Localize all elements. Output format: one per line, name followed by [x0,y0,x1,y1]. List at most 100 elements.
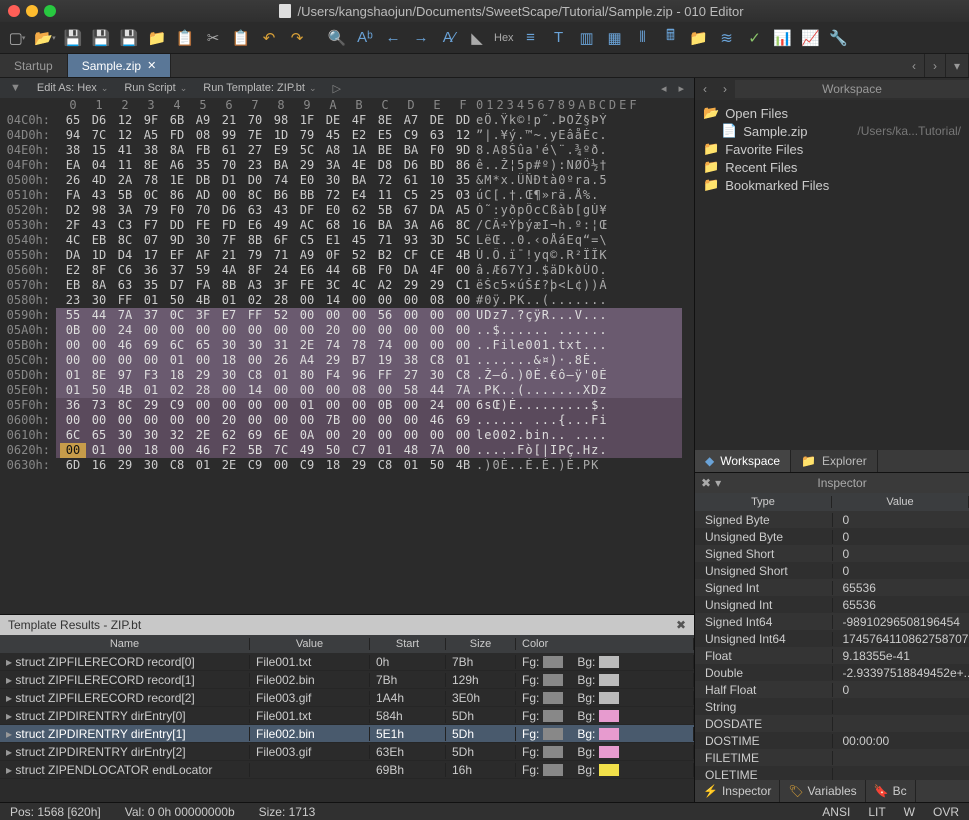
hex-row[interactable]: 05F0h:36738C29C9000000000100000B0024006s… [0,398,694,413]
inspector-row[interactable]: Unsigned Int6417457641108627587072 [695,630,969,647]
hex-ascii[interactable]: #0ÿ.PK..(....... [476,293,682,308]
hex-bytes[interactable]: 01504B0102280014000000080058447A [56,383,476,398]
hex-row[interactable]: 04D0h:947C12A5FD08997E1D7945E2E5C96312”|… [0,128,694,143]
run-template-button[interactable]: ▷ [333,82,341,95]
open-file-button[interactable]: 📂 [34,27,56,49]
inspector-row[interactable]: DOSTIME00:00:00 [695,732,969,749]
find-button[interactable]: 🔍 [326,27,348,49]
hex-row[interactable]: 0520h:D2983A79F070D66343DFE0625B67DAA5Ò˜… [0,203,694,218]
hex-bytes[interactable]: D2983A79F070D66343DFE0625B67DAA5 [56,203,476,218]
tab-bookmarks[interactable]: 🔖 Bc [866,780,916,802]
hex-bytes[interactable]: 0B002400000000000000200000000000 [56,323,476,338]
hex-row[interactable]: 05D0h:018E97F3182930C80180F496FF2730C8.Ž… [0,368,694,383]
hex-bytes[interactable]: 6D162930C8012EC900C91829C801504B [56,458,476,473]
columns-button[interactable]: ▥ [576,27,598,49]
next-button[interactable]: → [410,27,432,49]
minimize-window-button[interactable] [26,5,38,17]
status-val[interactable]: Val: 0 0h 00000000b [125,805,235,819]
recent-files-node[interactable]: 📁 Recent Files [703,158,961,176]
hex-ascii[interactable]: ..File001.txt... [476,338,682,353]
ws-next-button[interactable]: › [715,82,735,96]
status-charset[interactable]: ANSI [822,805,850,819]
copy-button[interactable]: 📋 [174,27,196,49]
highlight-button[interactable]: A⁄ [438,27,460,49]
inspector-row[interactable]: Half Float0 [695,681,969,698]
hex-ascii[interactable]: eÖ.Ÿk©!p˜.ÞOŽ§ÞÝ [476,113,682,128]
hex-row[interactable]: 0540h:4CEB8C079D307F8B6FC5E14571933D5CLë… [0,233,694,248]
inspector-row[interactable]: FILETIME [695,749,969,766]
workspace-tree[interactable]: 📂 Open Files 📄 Sample.zip /Users/ka...Tu… [695,100,969,450]
template-row[interactable]: struct ZIPDIRENTRY dirEntry[0]File001.tx… [0,707,694,725]
favorite-files-node[interactable]: 📁 Favorite Files [703,140,961,158]
hex-ascii[interactable]: 6sŒ)É.........$. [476,398,682,413]
status-endian[interactable]: LIT [868,805,885,819]
save-as-button[interactable]: 💾 [90,27,112,49]
grid-button[interactable]: ▦ [604,27,626,49]
calculator-button[interactable]: 🖩 [660,27,682,49]
hex-row[interactable]: 0590h:55447A370C3FE7FF5200000056000000UD… [0,308,694,323]
bookmarked-files-node[interactable]: 📁 Bookmarked Files [703,176,961,194]
inspector-row[interactable]: Unsigned Short0 [695,562,969,579]
hex-row[interactable]: 0600h:000000000000200000007B0000004669..… [0,413,694,428]
close-window-button[interactable] [8,5,20,17]
hex-bytes[interactable]: 2330FF01504B01022800140000000800 [56,293,476,308]
hex-ascii[interactable]: ê..Ž¦5p#º):NØÖ½† [476,158,682,173]
inspector-row[interactable]: Unsigned Byte0 [695,528,969,545]
redo-button[interactable]: ↷ [286,27,308,49]
run-template-dropdown[interactable]: Run Template: ZIP.bt [203,82,316,94]
close-tab-icon[interactable]: ✕ [147,59,156,72]
status-write[interactable]: W [904,805,915,819]
template-row[interactable]: struct ZIPENDLOCATOR endLocator69Bh16hFg… [0,761,694,779]
tab-inspector[interactable]: ⚡ Inspector [695,780,780,802]
align-left-button[interactable]: ≡ [520,27,542,49]
template-row[interactable]: struct ZIPFILERECORD record[0]File001.tx… [0,653,694,671]
hex-editor[interactable]: 0123456789ABCDEF 0123456789ABCDEF 04C0h:… [0,98,694,614]
hex-bytes[interactable]: EB8A6335D7FA8BA33FFE3C4CA22929C1 [56,278,476,293]
hex-bytes[interactable]: 000100180046F25B7C4950C701487A00 [56,443,476,458]
hex-row[interactable]: 05E0h:01504B0102280014000000080058447A.P… [0,383,694,398]
inspector-row[interactable]: String [695,698,969,715]
hex-row[interactable]: 0620h:000100180046F25B7C4950C701487A00..… [0,443,694,458]
hex-bytes[interactable]: 36738C29C9000000000100000B002400 [56,398,476,413]
hex-bytes[interactable]: 6C653030322E62696E0A002000000000 [56,428,476,443]
hex-ascii[interactable]: ëŠc5×úŠ£?þ<L¢))Á [476,278,682,293]
hex-ascii[interactable]: úC[.†­.Œ¶»rä.Å%. [476,188,682,203]
hex-row[interactable]: 04E0h:381541388AFB6127E95CA81ABEBAF09D8.… [0,143,694,158]
hex-row[interactable]: 04F0h:EA04118EA6357023BA293A4ED8D6BD86ê.… [0,158,694,173]
hex-bytes[interactable]: 55447A370C3FE7FF5200000056000000 [56,308,476,323]
hex-ascii[interactable]: 8.A8Šûa'é\¨.¾ºð. [476,143,682,158]
hex-bytes[interactable]: 381541388AFB6127E95CA81ABEBAF09D [56,143,476,158]
hex-row[interactable]: 05C0h:000000000100180026A429B71938C801..… [0,353,694,368]
hex-ascii[interactable]: le002.bin.. .... [476,428,682,443]
hex-ascii[interactable]: UDz7.?çÿR...V... [476,308,682,323]
new-file-button[interactable]: ▢ [6,27,28,49]
compare-button[interactable]: ≋ [716,27,738,49]
close-inspector-icon[interactable]: ✖ [701,476,711,490]
inspector-row[interactable]: Unsigned Int65536 [695,596,969,613]
prev-button[interactable]: ← [382,27,404,49]
hex-row[interactable]: 04C0h:65D6129F6BA92170981FDE4F8EA7DEDDeÖ… [0,113,694,128]
inspector-row[interactable]: Float9.18355e-41 [695,647,969,664]
hex-ascii[interactable]: .....Fò[|IPÇ.Hz. [476,443,682,458]
run-script-dropdown[interactable]: Run Script [124,82,187,94]
tab-menu-button[interactable]: ▾ [946,54,969,77]
template-row[interactable]: struct ZIPDIRENTRY dirEntry[2]File003.gi… [0,743,694,761]
hex-bytes[interactable]: E28FC63637594A8F24E6446BF0DA4F00 [56,263,476,278]
hex-row[interactable]: 0630h:6D162930C8012EC900C91829C801504B.)… [0,458,694,473]
tab-prev-button[interactable]: ‹ [904,54,925,77]
close-panel-icon[interactable]: ✖ [676,618,686,632]
hex-ascii[interactable]: LëŒ..0.‹oÅáEq“=\ [476,233,682,248]
hex-ascii[interactable]: .......&¤)·.8È. [476,353,682,368]
template-row[interactable]: struct ZIPFILERECORD record[2]File003.gi… [0,689,694,707]
hex-ascii[interactable]: ...... ...{...Fi [476,413,682,428]
hex-ascii[interactable]: &M*x.ÛÑÐtà0ºra.5 [476,173,682,188]
status-pos[interactable]: Pos: 1568 [620h] [10,805,101,819]
hex-row[interactable]: 0580h:2330FF01504B01022800140000000800#0… [0,293,694,308]
inspector-row[interactable]: Signed Short0 [695,545,969,562]
hex-ascii[interactable]: ”|.¥ý.™~.yEâåÉc. [476,128,682,143]
inspector-row[interactable]: OLETIME [695,766,969,780]
file-node-sample[interactable]: 📄 Sample.zip /Users/ka...Tutorial/ [703,122,961,140]
chart-button[interactable]: 📈 [800,27,822,49]
hex-bytes[interactable]: 264D2A781EDBD1D074E030BA72611035 [56,173,476,188]
hex-bytes[interactable]: 018E97F3182930C80180F496FF2730C8 [56,368,476,383]
